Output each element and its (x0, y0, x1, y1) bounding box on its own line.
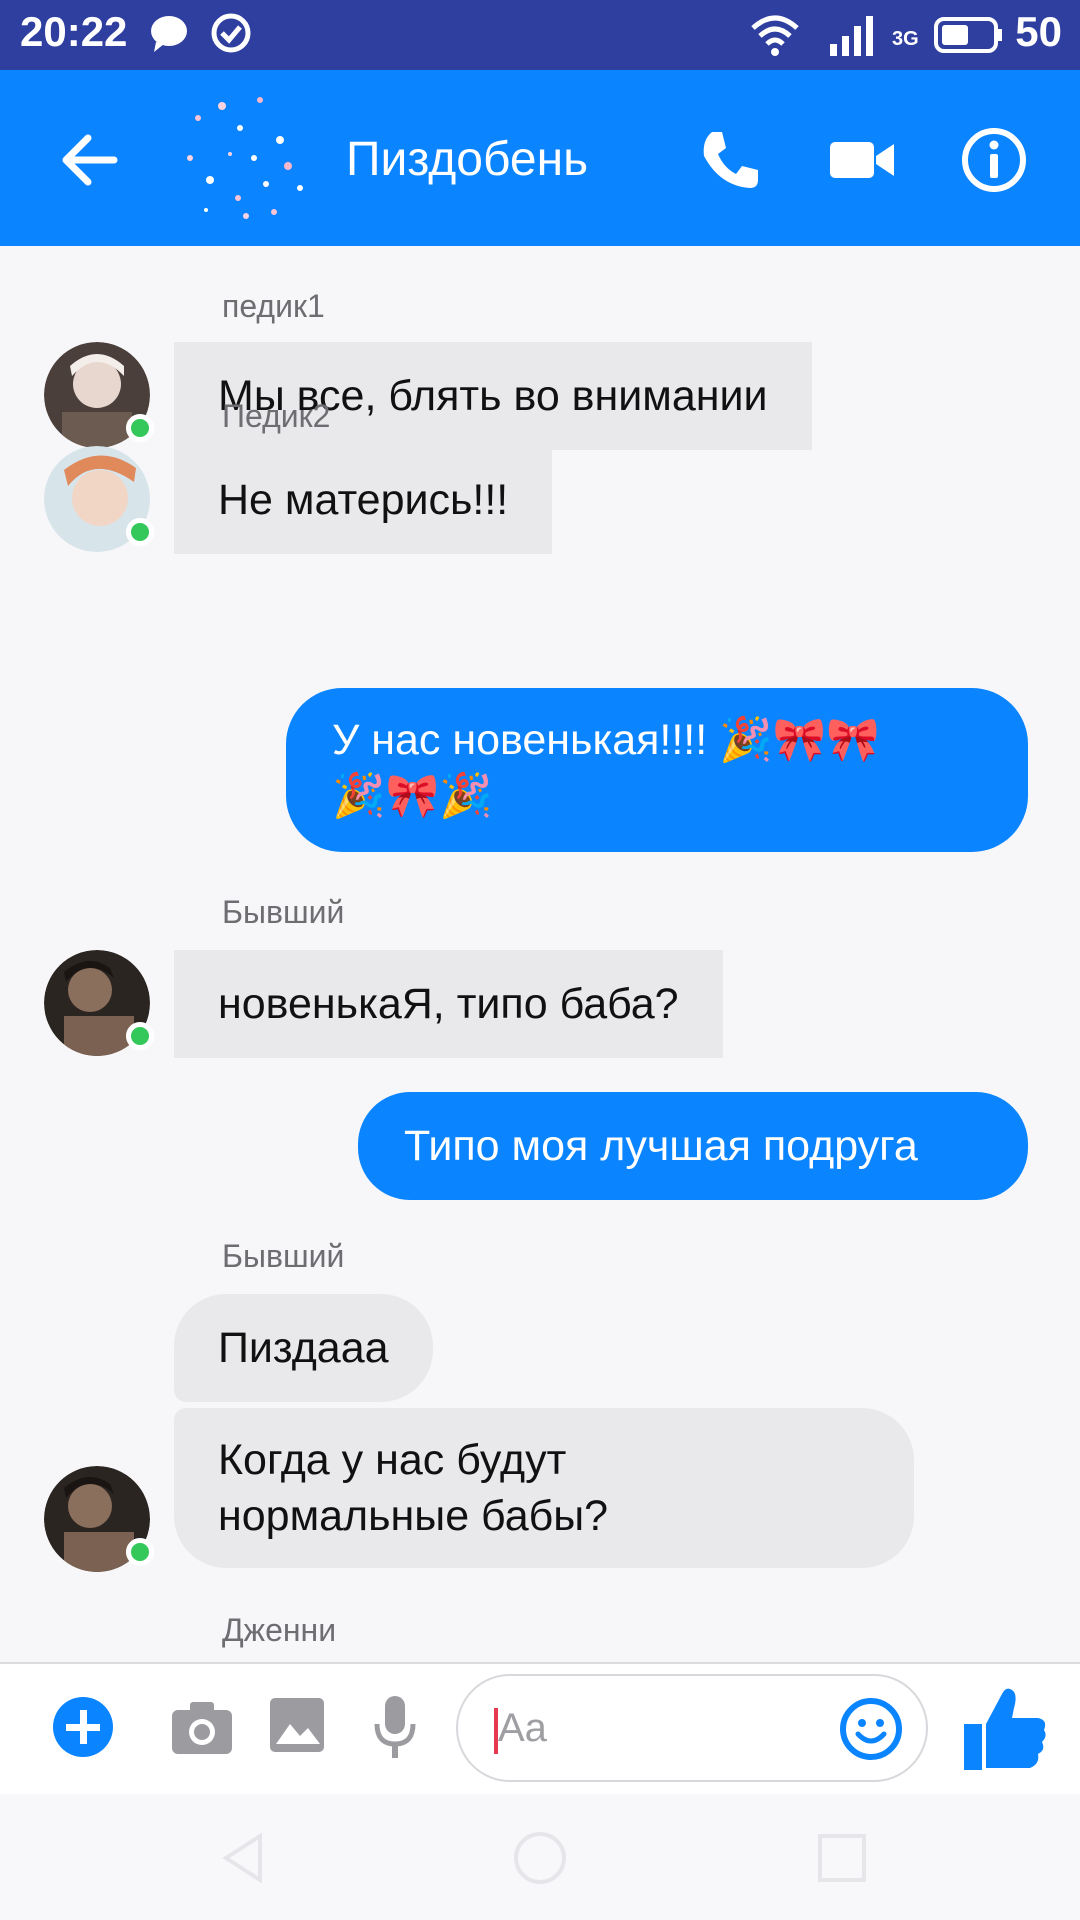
message-line: 🎉🎀🎉 (332, 772, 493, 820)
avatar[interactable] (44, 950, 154, 1056)
camera-button[interactable] (170, 1698, 234, 1761)
video-camera-icon (830, 142, 894, 178)
outgoing-message-bubble[interactable]: У нас новенькая!!!! 🎉🎀🎀 🎉🎀🎉 (286, 688, 1028, 852)
signal-icon (828, 12, 880, 63)
sender-name: Дженни (222, 1612, 337, 1648)
online-indicator (126, 1022, 154, 1050)
navigation-bar (0, 1794, 1080, 1920)
online-indicator (126, 518, 154, 546)
smiley-icon (840, 1698, 902, 1760)
chat-header: Пиздобень (0, 70, 1080, 246)
group-avatar[interactable] (170, 88, 320, 228)
info-icon (962, 128, 1026, 192)
like-button[interactable] (960, 1684, 1050, 1779)
gallery-button[interactable] (268, 1696, 326, 1759)
sender-name: педик1 (222, 288, 325, 324)
voice-button[interactable] (372, 1694, 418, 1765)
message-bubble[interactable]: Не матерись!!! (174, 446, 553, 554)
online-indicator (126, 1538, 154, 1566)
nav-back-button[interactable] (214, 1828, 274, 1888)
sender-name: Бывший (222, 1238, 345, 1274)
sender-name: Бывший (222, 894, 345, 930)
thumbs-up-icon (964, 1688, 1046, 1770)
battery-icon (932, 16, 1004, 59)
camera-icon (172, 1702, 232, 1754)
message-line: У нас новенькая!!!! 🎉🎀🎀 (332, 716, 880, 764)
message-bubble[interactable]: Пиздааа (174, 1294, 433, 1402)
message-list[interactable]: педик1 Мы все, блять во внимании Педик2 … (0, 246, 1080, 1662)
triangle-back-icon (222, 1832, 262, 1884)
chat-bubble-icon (148, 12, 190, 59)
confetti-avatar-image (187, 97, 303, 219)
message-bubble[interactable]: Когда у нас будут нормальные бабы? (174, 1408, 914, 1568)
add-button[interactable] (50, 1694, 116, 1765)
message-input-placeholder: Aa (498, 1706, 547, 1750)
message-line: нормальные бабы? (218, 1492, 609, 1540)
status-time: 20:22 (20, 8, 128, 55)
info-button[interactable] (954, 120, 1034, 200)
nav-recents-button[interactable] (812, 1828, 872, 1888)
circle-home-icon (514, 1832, 566, 1884)
avatar[interactable] (44, 1466, 154, 1572)
video-call-button[interactable] (822, 120, 902, 200)
nav-home-button[interactable] (510, 1828, 570, 1888)
message-bubble[interactable]: новенькаЯ, типо баба? (174, 950, 723, 1058)
emoji-button[interactable] (838, 1696, 904, 1762)
sender-name: Педик2 (222, 398, 331, 434)
back-arrow-icon (62, 134, 118, 186)
chat-title[interactable]: Пиздобень (346, 132, 588, 187)
back-button[interactable] (52, 120, 132, 200)
outgoing-message-bubble[interactable]: Типо моя лучшая подруга (358, 1092, 1028, 1200)
phone-icon (703, 132, 758, 188)
message-input[interactable]: Aa (456, 1674, 928, 1782)
wifi-icon (750, 12, 800, 63)
image-icon (270, 1698, 324, 1752)
avatar[interactable] (44, 342, 154, 448)
battery-percent: 50 (1015, 8, 1062, 55)
square-recents-icon (818, 1834, 866, 1882)
plus-icon (53, 1697, 113, 1757)
call-button[interactable] (690, 120, 770, 200)
microphone-icon (374, 1696, 416, 1758)
avatar[interactable] (44, 446, 154, 552)
status-bar: 20:22 3G 50 (0, 0, 1080, 70)
online-indicator (126, 414, 154, 442)
message-composer: Aa (0, 1662, 1080, 1796)
check-circle-icon (210, 12, 252, 59)
message-line: Когда у нас будут (218, 1436, 567, 1484)
network-type: 3G (892, 28, 919, 50)
